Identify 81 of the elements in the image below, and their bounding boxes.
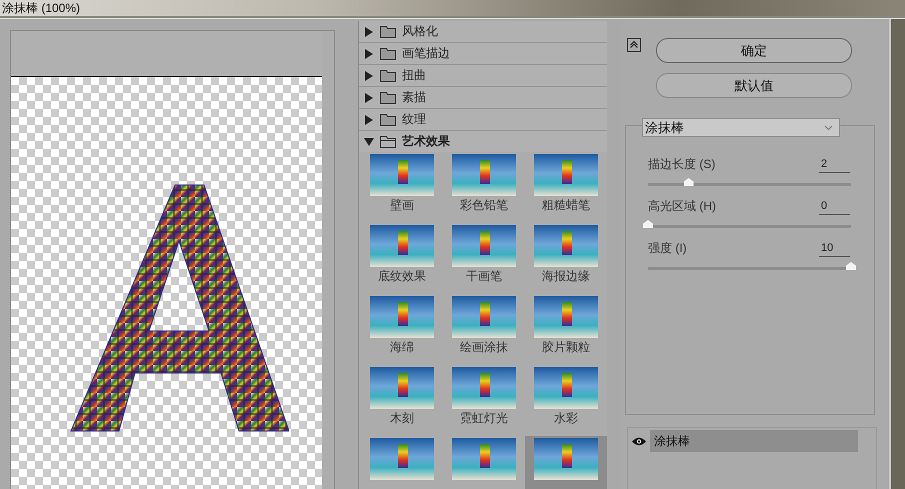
thumbnail-image [370, 438, 434, 480]
eye-icon[interactable] [632, 436, 646, 446]
filter-name: 水彩 [554, 410, 578, 426]
filter-name: 木刻 [390, 410, 414, 426]
thumbnail-image [534, 296, 598, 338]
collapse-arrow-icon [364, 136, 374, 146]
filter-thumbnail[interactable]: 底纹效果 [361, 223, 443, 294]
slider-label: 描边长度 (S) [648, 156, 716, 173]
filter-thumbnail[interactable]: 绘画涂抹 [443, 294, 525, 365]
filter-thumbnail[interactable]: 壁画 [361, 152, 443, 223]
thumbnail-image [370, 154, 434, 196]
folder-icon [380, 26, 396, 38]
filter-name: 干画笔 [466, 268, 502, 284]
filter-thumbnail[interactable]: 粗糙蜡笔 [525, 152, 607, 223]
slider-thumb[interactable] [846, 262, 856, 270]
filter-name: 壁画 [390, 197, 414, 213]
thumbnail-image [452, 296, 516, 338]
thumbnail-image [452, 438, 516, 480]
thumbnail-image [452, 225, 516, 267]
value-field[interactable]: 10 [819, 242, 850, 257]
filter-thumbnail[interactable]: 木刻 [361, 365, 443, 436]
collapse-icon[interactable] [627, 38, 641, 52]
value-field[interactable]: 2 [819, 158, 850, 173]
category-label: 扭曲 [402, 67, 426, 84]
filter-category[interactable]: 素描 [359, 87, 607, 109]
thumbnail-image [452, 367, 516, 409]
filter-category[interactable]: 纹理 [359, 109, 607, 131]
thumbnail-image [534, 225, 598, 267]
thumbnail-image [534, 438, 598, 480]
filter-name: 彩色铅笔 [460, 197, 508, 213]
expand-arrow-icon [364, 48, 374, 58]
thumbnail-image [534, 367, 598, 409]
ok-button[interactable]: 确定 [656, 38, 852, 63]
filter-name: 胶片颗粒 [542, 339, 590, 355]
filter-thumbnail[interactable]: 海报边缘 [525, 223, 607, 294]
filter-category[interactable]: 艺术效果 [359, 131, 607, 152]
category-label: 艺术效果 [402, 133, 450, 150]
filter-thumbnail[interactable]: 干画笔 [443, 223, 525, 294]
filter-name: 粗糙蜡笔 [542, 197, 590, 213]
thumbnail-image [370, 367, 434, 409]
filter-name: 海绵 [390, 339, 414, 355]
filter-category[interactable]: 风格化 [359, 21, 607, 43]
slider-label: 高光区域 (H) [648, 198, 716, 215]
thumbnail-image [370, 225, 434, 267]
slider-thumb[interactable] [643, 220, 653, 228]
window-title: 涂抹棒 (100%) [1, 0, 80, 16]
thumbnail-image [370, 296, 434, 338]
category-label: 画笔描边 [402, 45, 450, 62]
filter-category[interactable]: 画笔描边 [359, 43, 607, 65]
folder-icon [380, 136, 396, 148]
chevron-icon [824, 124, 833, 130]
folder-icon [380, 70, 396, 82]
expand-arrow-icon [364, 92, 374, 102]
category-label: 纹理 [402, 111, 426, 128]
slider-label: 强度 (I) [648, 240, 687, 257]
layer-name[interactable]: 涂抹棒 [650, 430, 858, 452]
expand-arrow-icon [364, 114, 374, 124]
expand-arrow-icon [364, 26, 374, 36]
folder-icon [380, 48, 396, 60]
filter-name: 霓虹灯光 [460, 410, 508, 426]
thumbnail-image [534, 154, 598, 196]
filter-thumbnail[interactable]: 海绵 [361, 294, 443, 365]
thumbnail-image [452, 154, 516, 196]
filter-name: 底纹效果 [378, 268, 426, 284]
filter-thumbnail[interactable]: 彩色铅笔 [443, 152, 525, 223]
folder-icon [380, 92, 396, 104]
category-label: 素描 [402, 89, 426, 106]
filter-dropdown[interactable]: 涂抹棒 [642, 118, 840, 137]
filter-category[interactable]: 扭曲 [359, 65, 607, 87]
folder-icon [380, 114, 396, 126]
filter-name: 绘画涂抹 [460, 339, 508, 355]
filter-thumbnail[interactable]: 胶片颗粒 [525, 294, 607, 365]
slider-thumb[interactable] [684, 178, 694, 186]
value-field[interactable]: 0 [819, 200, 850, 215]
filter-thumbnail[interactable] [525, 436, 607, 489]
category-label: 风格化 [402, 23, 438, 40]
filter-name: 海报边缘 [542, 268, 590, 284]
filter-thumbnail[interactable]: 水彩 [525, 365, 607, 436]
default-button[interactable]: 默认值 [656, 73, 852, 98]
expand-arrow-icon [364, 70, 374, 80]
filter-thumbnail[interactable]: 霓虹灯光 [443, 365, 525, 436]
